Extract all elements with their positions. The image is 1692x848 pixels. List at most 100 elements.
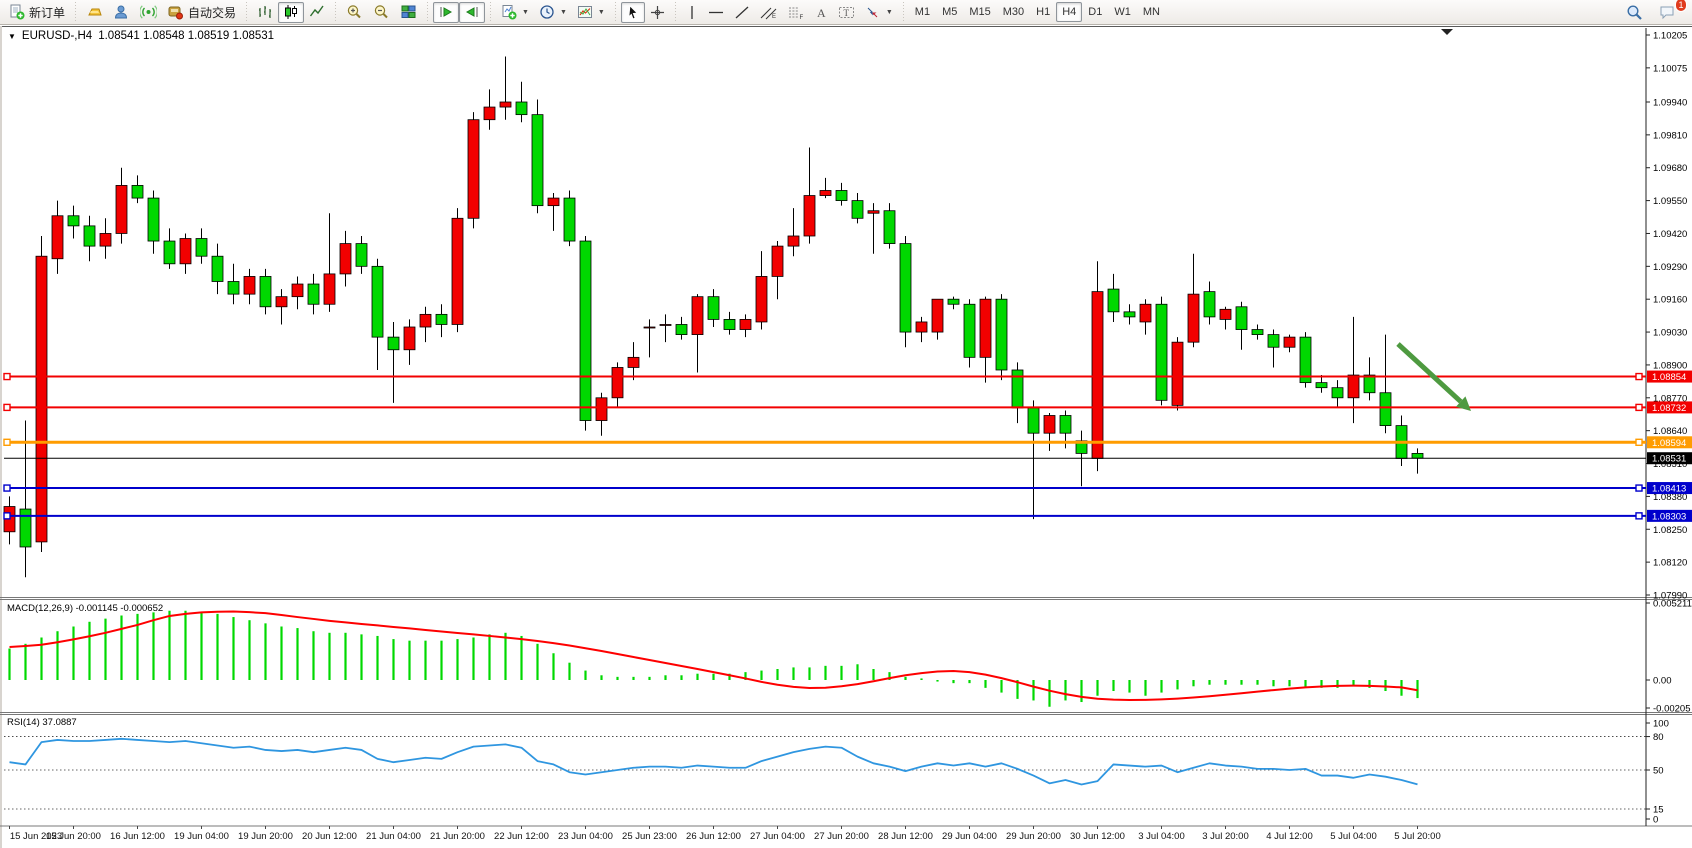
tile-windows-button[interactable] — [395, 2, 422, 23]
new-order-label: 新订单 — [29, 4, 65, 21]
period-presets-button[interactable]: ▼ — [534, 2, 572, 23]
chart-shift-button[interactable] — [459, 2, 485, 23]
timeframe-m1[interactable]: M1 — [909, 2, 936, 22]
notification-badge: 1 — [1675, 0, 1687, 12]
chevron-down-icon: ▼ — [598, 9, 605, 16]
line-handle[interactable] — [4, 374, 10, 380]
rsi-label: RSI(14) 37.0887 — [7, 717, 77, 728]
candle-body — [676, 324, 687, 334]
market-button[interactable] — [81, 2, 108, 23]
zoom-in-button[interactable] — [341, 2, 368, 23]
text-label-icon: T — [838, 5, 855, 20]
time-axis-label: 5 Jul 04:00 — [1330, 831, 1376, 842]
indicators-button[interactable]: ▼ — [572, 2, 610, 23]
line-handle[interactable] — [1636, 485, 1642, 491]
line-handle[interactable] — [4, 485, 10, 491]
timeframe-m30[interactable]: M30 — [997, 2, 1030, 22]
trendline-tool[interactable] — [729, 2, 755, 23]
timeframe-d1[interactable]: D1 — [1082, 2, 1108, 22]
candle-body — [500, 102, 511, 107]
price-line-label-text: 1.08594 — [1652, 438, 1686, 449]
signals-button[interactable] — [135, 2, 162, 23]
time-axis-label: 28 Jun 12:00 — [878, 831, 933, 842]
time-axis-label: 19 Jun 20:00 — [238, 831, 293, 842]
new-chart-button[interactable]: ▼ — [496, 2, 534, 23]
candle-body — [1252, 330, 1263, 335]
arrows-tool[interactable]: ▼ — [860, 2, 898, 23]
candle-body — [1044, 415, 1055, 433]
signals-icon — [140, 4, 157, 20]
candle-body — [516, 102, 527, 115]
line-handle[interactable] — [1636, 513, 1642, 519]
timeframe-m5[interactable]: M5 — [936, 2, 963, 22]
candle-body — [756, 276, 767, 322]
rsi-tick-label: 50 — [1653, 766, 1664, 777]
timeframe-m15[interactable]: M15 — [963, 2, 996, 22]
horizontal-line-icon — [708, 5, 724, 20]
crosshair-tool-button[interactable] — [645, 2, 670, 23]
time-axis-label: 22 Jun 12:00 — [494, 831, 549, 842]
candle-body — [1316, 383, 1327, 388]
text-tool[interactable]: A — [809, 2, 833, 23]
line-handle[interactable] — [4, 439, 10, 445]
chart-shift-marker[interactable] — [1441, 29, 1453, 35]
candlestick-chart-button[interactable] — [278, 2, 304, 23]
candle-body — [916, 322, 927, 332]
zoom-out-button[interactable] — [368, 2, 395, 23]
autotrading-button[interactable]: 自动交易 — [162, 2, 241, 23]
auto-scroll-button[interactable] — [433, 2, 459, 23]
time-axis-label: 23 Jun 04:00 — [558, 831, 613, 842]
new-order-button[interactable]: 新订单 — [4, 2, 70, 23]
horizontal-line-tool[interactable] — [703, 2, 729, 23]
bar-chart-button[interactable] — [252, 2, 278, 23]
candle-body — [1140, 304, 1151, 322]
line-handle[interactable] — [4, 513, 10, 519]
timeframe-h1[interactable]: H1 — [1030, 2, 1056, 22]
chart-canvas[interactable]: 1.102051.100751.099401.098101.096801.095… — [0, 26, 1692, 848]
candle-body — [388, 337, 399, 350]
line-chart-button[interactable] — [304, 2, 330, 23]
svg-text:T: T — [843, 8, 849, 18]
candle-body — [164, 241, 175, 264]
trend-arrow[interactable] — [1398, 344, 1461, 402]
timeframe-mn[interactable]: MN — [1137, 2, 1166, 22]
autotrading-icon — [167, 4, 184, 20]
cursor-tool-button[interactable] — [621, 2, 645, 23]
fibonacci-icon: F — [787, 5, 804, 20]
price-line-label-text: 1.08531 — [1652, 454, 1686, 465]
line-chart-icon — [309, 4, 325, 20]
line-handle[interactable] — [1636, 374, 1642, 380]
line-handle[interactable] — [1636, 439, 1642, 445]
price-line-label-text: 1.08413 — [1652, 484, 1686, 495]
chart-window: ▼ EURUSD-,H4 1.08541 1.08548 1.08519 1.0… — [0, 26, 1692, 848]
fibonacci-tool[interactable]: F — [782, 2, 809, 23]
text-label-tool[interactable]: T — [833, 2, 860, 23]
candle-body — [20, 509, 31, 547]
application-window: 新订单 — [0, 0, 1692, 848]
timeframe-h4[interactable]: H4 — [1056, 2, 1082, 22]
candle-body — [484, 107, 495, 120]
toolbar-separator — [672, 2, 679, 22]
timeframe-w1[interactable]: W1 — [1108, 2, 1137, 22]
one-click-trading-toggle[interactable]: ▼ — [8, 32, 16, 41]
community-button[interactable] — [108, 2, 135, 23]
price-tick-label: 1.09940 — [1653, 97, 1687, 108]
rsi-tick-label: 100 — [1653, 719, 1669, 730]
search-button[interactable] — [1621, 2, 1648, 23]
candle-body — [820, 190, 831, 195]
price-tick-label: 1.08640 — [1653, 426, 1687, 437]
candle-body — [132, 185, 143, 198]
line-handle[interactable] — [4, 404, 10, 410]
channel-tool[interactable]: E — [755, 2, 782, 23]
candle-body — [1172, 342, 1183, 405]
vertical-line-tool[interactable] — [681, 2, 703, 23]
indicators-icon — [577, 4, 593, 20]
chart-title: ▼ EURUSD-,H4 1.08541 1.08548 1.08519 1.0… — [8, 30, 274, 42]
candle-body — [84, 226, 95, 246]
candle-body — [580, 241, 591, 421]
time-axis-label: 30 Jun 12:00 — [1070, 831, 1125, 842]
candle-body — [1204, 292, 1215, 317]
line-handle[interactable] — [1636, 404, 1642, 410]
notifications-button[interactable]: 1 — [1654, 2, 1682, 23]
svg-text:E: E — [772, 14, 776, 20]
